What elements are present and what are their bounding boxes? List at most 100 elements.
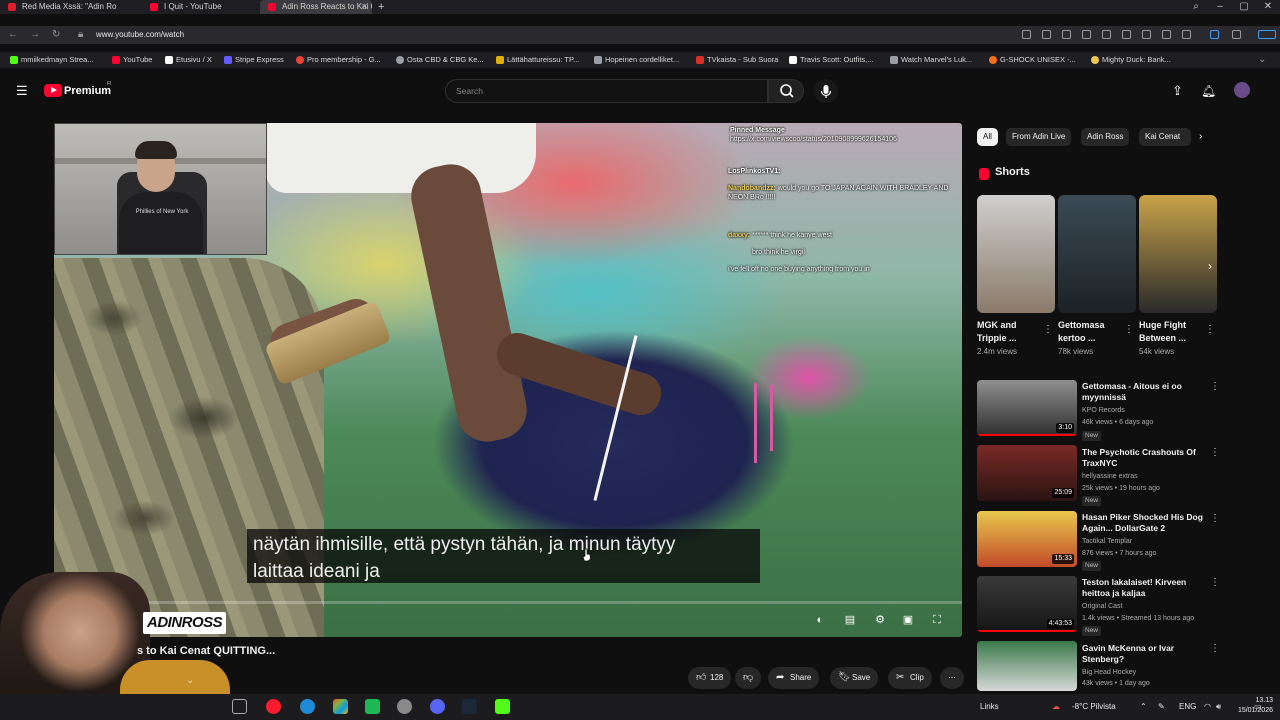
close-window-icon[interactable]: ✕ [1258, 0, 1278, 14]
short-thumbnail[interactable] [1139, 195, 1217, 313]
close-tab-icon[interactable]: ✕ [361, 0, 368, 14]
ai-icon[interactable] [1258, 30, 1276, 39]
video-title[interactable]: The Psychotic Crashouts Of TraxNYC [1082, 447, 1206, 469]
extension-icon[interactable] [1042, 30, 1051, 39]
wallet-icon[interactable] [1182, 30, 1191, 39]
kick-icon[interactable] [495, 699, 510, 714]
bookmark-item[interactable]: Travis Scott: Outfits,... [789, 52, 874, 68]
bookmark-item[interactable]: Mighty Duck: Bank... [1091, 52, 1171, 68]
autoplay-toggle-icon[interactable]: ◐ [813, 613, 827, 627]
more-dots-icon[interactable]: ⋮ [1043, 324, 1053, 335]
bookmark-item[interactable]: mmiikedmayn Strea... [10, 52, 94, 68]
minimize-icon[interactable]: – [1210, 0, 1230, 14]
upload-icon[interactable]: ⇪ [1172, 82, 1183, 100]
back-icon[interactable]: ← [8, 26, 18, 44]
youtube-logo-icon[interactable] [44, 84, 62, 97]
notification-icon[interactable]: ▭ [1254, 694, 1262, 720]
miniplayer-icon[interactable]: ▣ [901, 613, 915, 627]
more-dots-icon[interactable]: ⋮ [1210, 447, 1220, 458]
video-title[interactable]: Hasan Piker Shocked His Dog Again... Dol… [1082, 512, 1206, 534]
video-thumbnail[interactable]: 15:33 [977, 511, 1077, 567]
save-button[interactable]: 🔖︎ Save [830, 667, 879, 689]
opera-icon[interactable] [266, 699, 281, 714]
search-input[interactable]: Search [445, 79, 768, 103]
more-dots-icon[interactable]: ⋮ [1210, 643, 1220, 654]
wifi-icon[interactable]: ◠ [1204, 694, 1211, 720]
hamburger-menu-icon[interactable]: ☰ [16, 82, 28, 100]
chip-kai-cenat[interactable]: Kai Cenat [1139, 128, 1191, 146]
video-thumbnail[interactable]: 4:43:53 [977, 576, 1077, 632]
tray-chevron-icon[interactable]: ⌃ [1140, 694, 1147, 720]
account-avatar[interactable] [1234, 82, 1250, 98]
more-dots-icon[interactable]: ⋮ [1210, 577, 1220, 588]
clip-button[interactable]: ✂ Clip [888, 667, 932, 689]
channel-name[interactable]: Big Head Hockey [1082, 668, 1222, 678]
video-thumbnail[interactable]: 25:09 [977, 445, 1077, 501]
forward-icon[interactable]: → [30, 26, 40, 44]
channel-name[interactable]: hellyassine extras [1082, 472, 1222, 482]
like-button[interactable]: 👍︎ 128 [688, 667, 732, 689]
video-title[interactable]: Gavin McKenna or Ivar Stenberg? [1082, 643, 1206, 665]
url-text[interactable]: www.youtube.com/watch [96, 26, 184, 44]
bookmark-item[interactable]: Lättähattureissu: TP... [496, 52, 579, 68]
task-view-icon[interactable] [232, 699, 247, 714]
new-tab-button[interactable]: + [378, 0, 384, 14]
bookmark-item[interactable]: Watch Marvel's Luk... [890, 52, 972, 68]
bookmark-item[interactable]: YouTube [112, 52, 152, 68]
video-progress-bar[interactable] [54, 601, 962, 604]
chevron-down-icon[interactable]: ⌄ [186, 672, 194, 690]
subtitles-icon[interactable]: ▤ [843, 613, 857, 627]
language-indicator[interactable]: ENG [1179, 694, 1196, 720]
channel-name[interactable]: Original Cast [1082, 602, 1222, 612]
bookmark-item[interactable]: G-SHOCK UNISEX -... [989, 52, 1076, 68]
links-toolbar[interactable]: Links [980, 694, 999, 720]
browser-tab[interactable]: I Quit - YouTube [142, 0, 258, 14]
edge-icon[interactable] [300, 699, 315, 714]
voice-search-button[interactable] [814, 79, 838, 103]
video-thumbnail[interactable] [977, 641, 1077, 691]
chip-all[interactable]: All [977, 128, 998, 146]
fullscreen-icon[interactable]: ⛶ [930, 613, 944, 627]
download-icon[interactable] [1142, 30, 1151, 39]
notifications-bell-icon[interactable]: 🔔︎ [1201, 82, 1216, 100]
bookmark-item[interactable]: Stripe Express [224, 52, 284, 68]
video-title[interactable]: Teston lakalaiset! Kirveen heittoa ja ka… [1082, 577, 1206, 599]
pen-icon[interactable]: ✎ [1158, 694, 1165, 720]
dislike-button[interactable]: 👎︎ [735, 667, 761, 689]
short-thumbnail[interactable] [1058, 195, 1136, 313]
youtube-brand[interactable]: Premium [64, 84, 111, 98]
chevron-right-icon[interactable]: › [1199, 128, 1202, 146]
extension-icon[interactable] [1232, 30, 1241, 39]
heart-icon[interactable] [1122, 30, 1131, 39]
more-dots-icon[interactable]: ⋮ [1210, 381, 1220, 392]
browser-tab-active[interactable]: Adin Ross Reacts to Kai C ✕ [260, 0, 372, 14]
bookmark-item[interactable]: Pro membership - G... [296, 52, 381, 68]
menu-icon[interactable] [1162, 30, 1171, 39]
channel-name[interactable]: Tactikal Templar [1082, 537, 1222, 547]
extension-icon[interactable] [1210, 30, 1219, 39]
bookmark-item[interactable]: Osta CBD & CBG Ke... [396, 52, 484, 68]
reload-icon[interactable]: ↻ [52, 26, 60, 44]
more-actions-button[interactable]: ⋯ [940, 667, 964, 689]
search-tabs-icon[interactable]: ⌕ [1186, 0, 1206, 14]
bookmark-item[interactable]: Etusivu / X [165, 52, 212, 68]
system-clock[interactable]: 13.13 15/01/2026 [1227, 696, 1273, 716]
browser-tab[interactable]: Red Media Xssä: "Adin Ro [0, 0, 140, 14]
short-title[interactable]: Huge Fight Between ... [1139, 319, 1205, 345]
shield-icon[interactable] [1082, 30, 1091, 39]
short-title[interactable]: Gettomasa kertoo ... [1058, 319, 1124, 345]
maximize-icon[interactable]: ▢ [1234, 0, 1254, 14]
discord-icon[interactable] [430, 699, 445, 714]
bookmark-item[interactable]: TVkaista - Sub Suora [696, 52, 778, 68]
store-icon[interactable] [333, 699, 348, 714]
camera-icon[interactable] [1062, 30, 1071, 39]
bookmark-item[interactable]: Hopeinen cordelliket... [594, 52, 679, 68]
chip-adin-ross[interactable]: Adin Ross [1081, 128, 1130, 146]
short-title[interactable]: MGK and Trippie ... [977, 319, 1043, 345]
chip-from-adin-live[interactable]: From Adin Live [1006, 128, 1072, 146]
play-icon[interactable] [1102, 30, 1111, 39]
volume-icon[interactable]: 🔊︎ [1216, 694, 1221, 720]
steam-icon[interactable] [462, 699, 477, 714]
weather-text[interactable]: -8°C Pilvista [1072, 694, 1116, 720]
extension-icon[interactable] [1022, 30, 1031, 39]
